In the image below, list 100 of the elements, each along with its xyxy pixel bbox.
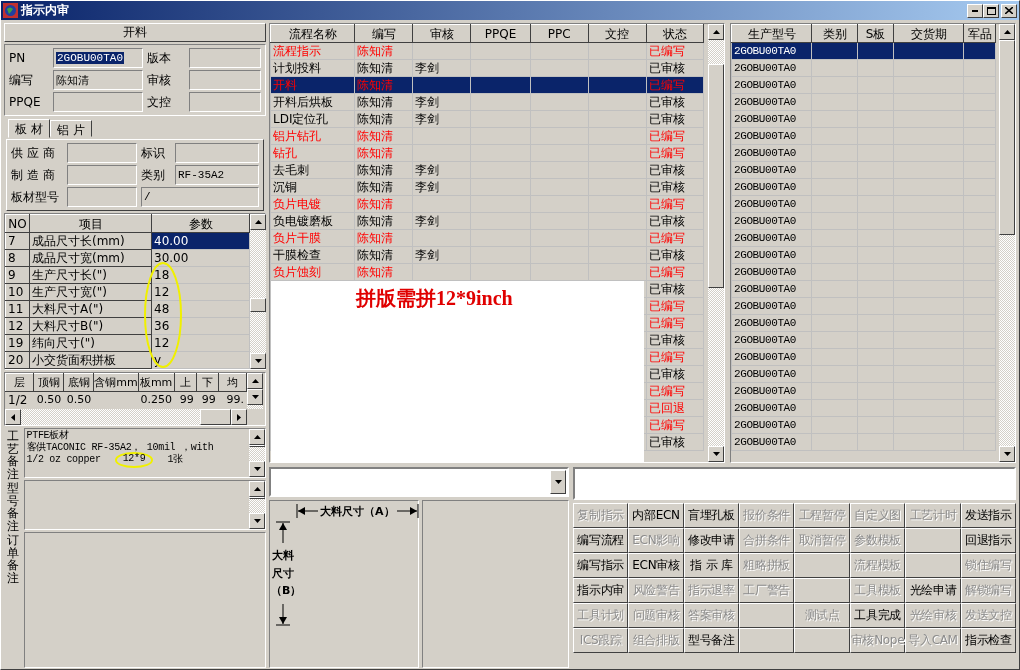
column-header[interactable]: 均 — [218, 373, 247, 392]
column-header[interactable]: 类别 — [811, 24, 858, 43]
table-cell[interactable]: 2GOBU00TA0 — [731, 59, 812, 77]
scroll-down-button[interactable] — [247, 389, 263, 405]
table-cell[interactable]: 2GOBU00TA0 — [731, 331, 812, 349]
scroll-down-button[interactable] — [708, 446, 724, 462]
minimize-button[interactable] — [967, 3, 983, 18]
input-field[interactable] — [189, 48, 261, 68]
scrollbar[interactable] — [250, 214, 266, 369]
scroll-down-button[interactable] — [999, 446, 1015, 462]
scroll-up-button[interactable] — [708, 24, 724, 40]
table-cell[interactable]: 12 — [151, 283, 250, 301]
scrollbar[interactable] — [999, 24, 1015, 462]
close-button[interactable] — [1001, 3, 1017, 18]
blank-button[interactable] — [739, 603, 795, 628]
action-button[interactable]: ECN审核 — [628, 553, 684, 578]
dropdown-button[interactable] — [550, 470, 566, 494]
input-field[interactable]: 2GOBU00TA0 — [53, 48, 143, 68]
column-header[interactable]: 含铜mm — [93, 373, 139, 392]
column-header[interactable]: PPQE — [470, 24, 531, 43]
column-header[interactable]: 板mm — [138, 373, 175, 392]
table-cell[interactable]: 去毛刺 — [270, 161, 355, 179]
scroll-thumb[interactable] — [250, 297, 266, 313]
table-cell[interactable]: y — [151, 351, 250, 369]
input-field[interactable] — [573, 467, 1016, 500]
column-header[interactable]: 顶铜 — [33, 373, 64, 392]
scroll-right-button[interactable] — [231, 409, 247, 425]
table-cell[interactable]: 沉铜 — [270, 178, 355, 196]
table-cell[interactable]: 2GOBU00TA0 — [731, 110, 812, 128]
scrollbar[interactable] — [247, 373, 263, 409]
dropdown-field[interactable] — [269, 467, 569, 497]
scroll-up-button[interactable] — [999, 24, 1015, 40]
input-field[interactable] — [67, 143, 137, 163]
action-button[interactable]: 指 示 库 — [683, 553, 740, 578]
action-button[interactable]: 型号备注 — [683, 628, 740, 653]
table-cell[interactable]: 2GOBU00TA0 — [731, 178, 812, 196]
input-field[interactable] — [53, 92, 143, 112]
table-cell[interactable]: 12 — [151, 334, 250, 352]
action-button[interactable]: 指示内审 — [573, 578, 629, 603]
table-cell[interactable]: 2GOBU00TA0 — [731, 297, 812, 315]
column-header[interactable]: NO — [5, 214, 30, 233]
column-header[interactable]: 项目 — [29, 214, 152, 233]
table-cell[interactable]: 2GOBU00TA0 — [731, 399, 812, 417]
scroll-up-button[interactable] — [249, 429, 265, 445]
blank-button[interactable] — [739, 628, 795, 653]
table-cell[interactable]: 计划投料 — [270, 59, 355, 77]
column-header[interactable]: 生产型号 — [731, 24, 812, 43]
action-button[interactable]: 编写流程 — [573, 528, 629, 553]
input-field[interactable] — [189, 70, 261, 90]
column-header[interactable]: 审核 — [412, 24, 471, 43]
input-field[interactable]: 陈知清 — [53, 70, 143, 90]
table-cell[interactable]: 18 — [151, 266, 250, 284]
column-header[interactable]: PPC — [530, 24, 589, 43]
column-header[interactable]: 军品 — [963, 24, 996, 43]
action-button[interactable]: 发送指示 — [960, 503, 1016, 528]
action-button[interactable]: 回退指示 — [960, 528, 1016, 553]
column-header[interactable]: 上 — [174, 373, 197, 392]
scrollbar[interactable] — [249, 429, 265, 477]
scroll-thumb[interactable] — [249, 497, 265, 499]
action-button[interactable]: 内部ECN — [628, 503, 684, 528]
scrollbar[interactable] — [249, 481, 265, 529]
column-header[interactable]: 底铜 — [63, 373, 94, 392]
scroll-down-button[interactable] — [250, 353, 266, 369]
scroll-down-button[interactable] — [249, 461, 265, 477]
table-cell[interactable]: 2GOBU00TA0 — [731, 76, 812, 94]
table-cell[interactable]: 2GOBU00TA0 — [731, 195, 812, 213]
table-cell[interactable]: 干膜检查 — [270, 246, 355, 264]
input-field[interactable] — [67, 187, 137, 207]
notes-field[interactable] — [23, 480, 266, 530]
table-cell[interactable]: LDI定位孔 — [270, 110, 355, 128]
blank-button[interactable] — [905, 553, 961, 578]
column-header[interactable]: S板 — [857, 24, 894, 43]
table-cell[interactable]: 48 — [151, 300, 250, 318]
input-field[interactable] — [175, 143, 259, 163]
scroll-up-button[interactable] — [250, 214, 266, 230]
table-cell[interactable]: 2GOBU00TA0 — [731, 229, 812, 247]
action-button[interactable]: 修改申请 — [683, 528, 740, 553]
table-cell[interactable]: 2GOBU00TA0 — [731, 263, 812, 281]
table-cell[interactable]: 2GOBU00TA0 — [731, 314, 812, 332]
table-cell[interactable]: 30.00 — [151, 249, 250, 267]
table-cell[interactable]: 2GOBU00TA0 — [731, 212, 812, 230]
scroll-up-button[interactable] — [249, 481, 265, 497]
scrollbar[interactable] — [708, 24, 724, 462]
scrollbar[interactable] — [5, 409, 247, 425]
scroll-left-button[interactable] — [5, 409, 21, 425]
blank-button[interactable] — [794, 628, 850, 653]
scroll-thumb[interactable] — [999, 40, 1015, 235]
scroll-thumb[interactable] — [249, 445, 265, 447]
input-field[interactable]: / — [141, 187, 259, 207]
table-cell[interactable]: 负电镀磨板 — [270, 212, 355, 230]
blank-button[interactable] — [794, 578, 850, 603]
blank-button[interactable] — [794, 553, 850, 578]
table-cell[interactable]: 2GOBU00TA0 — [731, 93, 812, 111]
action-button[interactable]: 编写指示 — [573, 553, 629, 578]
table-cell[interactable]: 2GOBU00TA0 — [731, 161, 812, 179]
column-header[interactable]: 文控 — [588, 24, 647, 43]
action-button[interactable]: 光绘申请 — [905, 578, 961, 603]
blank-button[interactable] — [905, 528, 961, 553]
table-cell[interactable]: 2GOBU00TA0 — [731, 144, 812, 162]
column-header[interactable]: 编写 — [354, 24, 413, 43]
